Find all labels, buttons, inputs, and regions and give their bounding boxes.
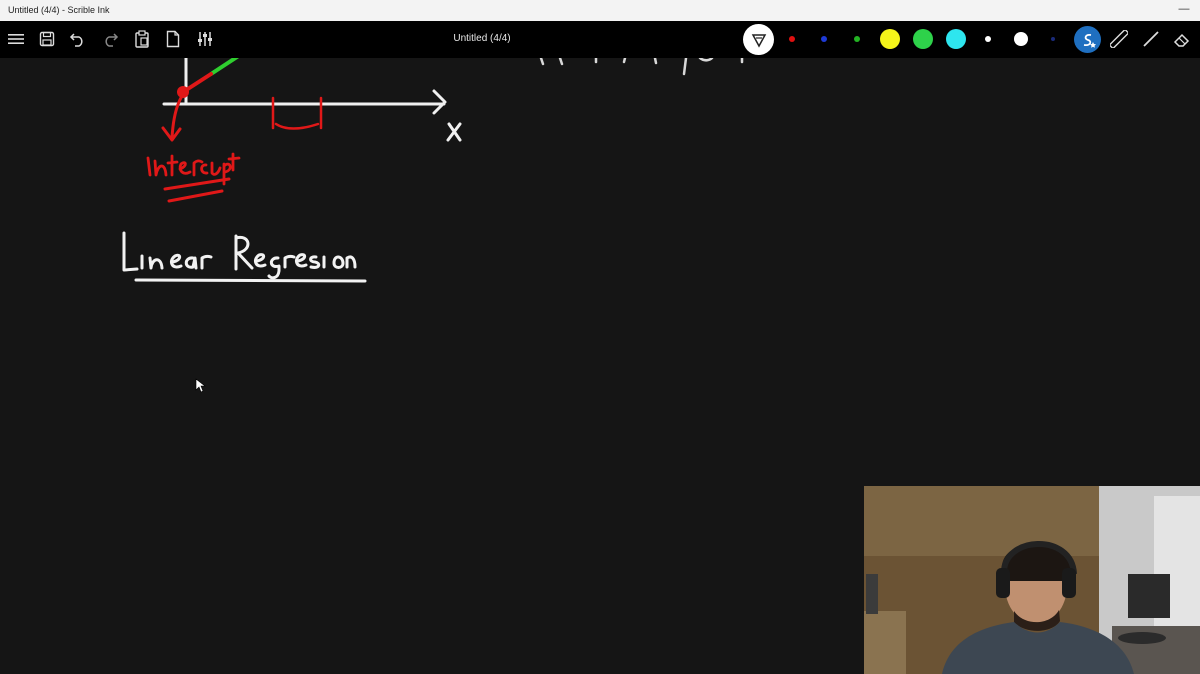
color-cyan[interactable] (946, 29, 966, 49)
webcam-overlay (864, 486, 1200, 674)
intercept-marker (161, 86, 189, 142)
ruler-icon[interactable] (1107, 27, 1131, 51)
color-white-small[interactable] (985, 36, 991, 42)
graph-axes (162, 58, 447, 115)
color-green-small[interactable] (854, 36, 860, 42)
line-icon[interactable] (1139, 27, 1163, 51)
new-page-icon[interactable] (161, 27, 185, 51)
settings-sliders-icon[interactable] (193, 27, 217, 51)
window-titlebar: Untitled (4/4) - Scrible Ink — (0, 0, 1200, 21)
menu-icon[interactable] (4, 27, 28, 51)
app-toolbar: Untitled (4/4) (0, 21, 1200, 58)
intercept-handwriting (146, 152, 241, 203)
partial-equation-ink (539, 58, 744, 76)
color-red-small[interactable] (789, 36, 795, 42)
undo-icon[interactable] (66, 27, 90, 51)
minimize-button[interactable]: — (1174, 0, 1194, 21)
paste-icon[interactable] (130, 27, 154, 51)
color-white[interactable] (1014, 32, 1028, 46)
eraser-icon[interactable] (1170, 27, 1194, 51)
mouse-cursor (195, 378, 206, 393)
presenter-video (864, 486, 1200, 674)
linear-regression-handwriting (122, 231, 367, 283)
document-title: Untitled (4/4) (453, 33, 511, 44)
smart-ink-icon[interactable] (1074, 26, 1101, 53)
redo-icon[interactable] (98, 27, 122, 51)
color-yellow[interactable] (880, 29, 900, 49)
color-navy-small[interactable] (1051, 37, 1055, 41)
color-blue-small[interactable] (821, 36, 827, 42)
window-title: Untitled (4/4) - Scrible Ink (8, 5, 110, 15)
color-green[interactable] (913, 29, 933, 49)
save-icon[interactable] (35, 27, 59, 51)
x-axis-label (446, 122, 462, 142)
pen-filter-icon[interactable] (743, 24, 774, 55)
regression-line (178, 58, 240, 96)
